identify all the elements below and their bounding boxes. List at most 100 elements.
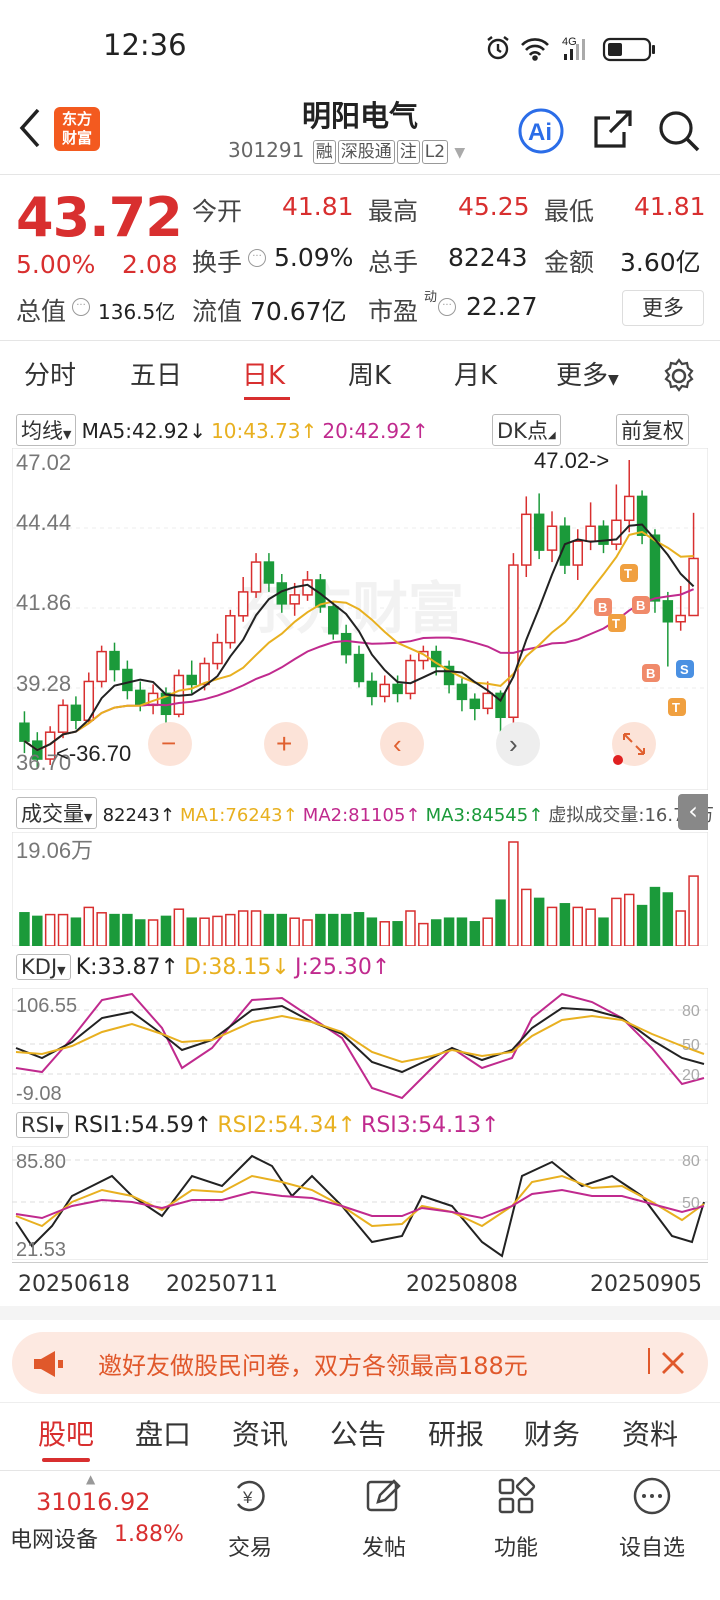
- tab-announcements[interactable]: 公告: [330, 1413, 386, 1453]
- candle: [19, 722, 30, 742]
- stock-code-row: 301291 融深股通注 L2 ▼: [228, 138, 465, 164]
- volume-bar: [559, 903, 571, 946]
- rsi-chart[interactable]: 85.80 21.53 80 50: [12, 1146, 708, 1260]
- kdj-legend: KDJ▼ K:33.87↑ D:38.15↓ J:25.30↑: [16, 954, 390, 980]
- functions-button[interactable]: 功能: [466, 1530, 566, 1562]
- add-watchlist-button[interactable]: 设自选: [602, 1530, 702, 1562]
- high-value: 45.25: [458, 192, 530, 221]
- tab-profile[interactable]: 资料: [622, 1413, 678, 1453]
- candle: [521, 513, 532, 566]
- rsi-selector[interactable]: RSI▼: [16, 1112, 69, 1138]
- post-icon[interactable]: [364, 1476, 404, 1516]
- divider: [0, 174, 720, 175]
- volume-bar: [263, 913, 275, 946]
- tab-monthly-k[interactable]: 月K: [454, 355, 497, 392]
- trade-button[interactable]: 交易: [200, 1530, 300, 1562]
- tab-news[interactable]: 资讯: [232, 1413, 288, 1453]
- candle: [533, 513, 545, 551]
- mktcap-label: 总值: [16, 297, 67, 326]
- kline-chart[interactable]: 东方财富 47.02 44.44 41.86 39.28 36.70 47.02…: [12, 448, 708, 790]
- post-button[interactable]: 发帖: [334, 1530, 434, 1562]
- add-watchlist-icon[interactable]: [632, 1476, 672, 1516]
- rsi3: RSI3:54.13↑: [361, 1113, 500, 1138]
- volume-bar: [430, 919, 442, 946]
- volume-bar: [482, 917, 493, 946]
- candle: [508, 564, 519, 719]
- info-icon[interactable]: ···: [438, 298, 456, 316]
- svg-text:‹: ‹: [393, 729, 402, 759]
- volume-bar: [366, 917, 378, 946]
- tab-orderbook[interactable]: 盘口: [135, 1413, 191, 1453]
- wifi-icon: [521, 38, 549, 61]
- volume-chart[interactable]: 19.06万: [12, 832, 708, 946]
- candle: [675, 614, 686, 623]
- gear-icon[interactable]: [660, 357, 698, 395]
- volume-bar: [199, 917, 210, 946]
- divider: [0, 340, 720, 341]
- tab-more[interactable]: 更多▼: [556, 355, 619, 392]
- rsi-80: 80: [682, 1153, 700, 1170]
- kdj-chart[interactable]: 106.55 -9.08 80 50 20: [12, 988, 708, 1104]
- volume-bar: [173, 908, 185, 946]
- info-icon[interactable]: ···: [248, 249, 266, 267]
- more-button[interactable]: 更多: [622, 290, 704, 326]
- functions-icon[interactable]: [496, 1476, 536, 1516]
- svg-text:T: T: [624, 566, 632, 581]
- sector-change: 1.88%: [114, 1522, 184, 1547]
- feature-tab-underline: [42, 1458, 90, 1462]
- volume-bar: [546, 906, 558, 946]
- svg-text:B: B: [646, 666, 655, 681]
- rsi-top: 85.80: [16, 1151, 66, 1173]
- sector-name[interactable]: 电网设备: [10, 1522, 98, 1554]
- volume-bar: [237, 910, 249, 946]
- chevron-down-icon[interactable]: ▼: [454, 145, 465, 161]
- svg-text:−: −: [161, 728, 176, 758]
- tab-forum[interactable]: 股吧: [38, 1413, 94, 1453]
- float-value: 70.67亿: [250, 297, 347, 326]
- pe-sup: 动: [424, 290, 438, 305]
- tab-five-day[interactable]: 五日: [130, 355, 182, 392]
- kdj-selector[interactable]: KDJ▼: [16, 954, 71, 980]
- tab-weekly-k[interactable]: 周K: [348, 355, 391, 392]
- sector-index-value[interactable]: 31016.92: [36, 1488, 151, 1516]
- svg-text:B: B: [598, 600, 607, 615]
- signal-icon: 4G: [562, 36, 585, 60]
- ma20-label: 20:42.92↑: [322, 419, 429, 443]
- volume-bar: [44, 913, 56, 946]
- candle: [289, 594, 300, 605]
- candle: [263, 561, 275, 584]
- ai-icon[interactable]: Ai: [516, 106, 566, 156]
- candle: [57, 704, 69, 733]
- rsi1: RSI1:54.59↑: [73, 1113, 213, 1138]
- search-icon[interactable]: [656, 108, 702, 154]
- kdj-20: 20: [682, 1067, 700, 1084]
- tab-research[interactable]: 研报: [428, 1413, 484, 1453]
- candle: [134, 689, 146, 707]
- candle: [456, 683, 468, 701]
- volume-bar: [32, 915, 43, 946]
- rsi-50: 50: [682, 1195, 700, 1212]
- candle: [405, 659, 416, 695]
- volume-bar: [83, 906, 95, 946]
- close-icon[interactable]: [660, 1350, 686, 1376]
- adjust-selector[interactable]: 前复权: [616, 414, 689, 446]
- date-axis: [12, 1262, 708, 1268]
- open-value: 41.81: [282, 192, 354, 221]
- tab-intraday[interactable]: 分时: [24, 355, 76, 392]
- volume-bar: [623, 893, 635, 946]
- tab-finance[interactable]: 财务: [524, 1413, 580, 1453]
- kdj-j: J:25.30↑: [294, 955, 391, 980]
- info-icon[interactable]: ···: [72, 298, 90, 316]
- share-icon[interactable]: [590, 108, 634, 152]
- tag-level2: L2: [421, 140, 449, 164]
- trade-icon[interactable]: ¥: [230, 1476, 270, 1516]
- volume-bar: [508, 841, 519, 946]
- volume-selector[interactable]: 成交量▼: [16, 797, 98, 829]
- svg-text:T: T: [672, 700, 680, 715]
- collapse-panel-button[interactable]: ‹: [678, 794, 708, 830]
- svg-text:›: ›: [509, 729, 518, 759]
- ma-selector[interactable]: 均线▼: [16, 414, 77, 446]
- dk-selector[interactable]: DK点◢: [492, 414, 561, 446]
- candle: [688, 557, 699, 617]
- tab-daily-k[interactable]: 日K: [242, 355, 285, 392]
